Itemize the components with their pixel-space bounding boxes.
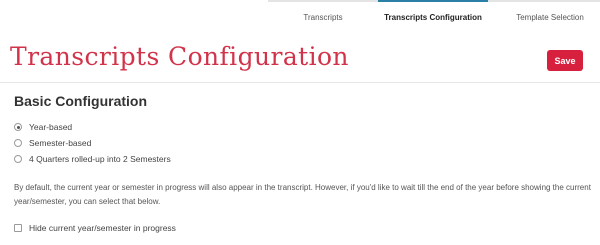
save-button[interactable]: Save	[547, 50, 583, 71]
basic-configuration-heading: Basic Configuration	[14, 93, 148, 109]
hide-in-progress-label: Hide current year/semester in progress	[29, 223, 176, 233]
in-progress-description: By default, the current year or semester…	[14, 183, 591, 206]
option-year-based[interactable]: Year-based	[14, 122, 72, 132]
tab-bar: Transcripts Transcripts Configuration Te…	[268, 0, 600, 32]
option-quarters-rolled-up-label: 4 Quarters rolled-up into 2 Semesters	[29, 154, 171, 164]
tab-template-selection[interactable]: Template Selection	[488, 0, 600, 32]
radio-quarters-rolled-up[interactable]	[14, 155, 22, 163]
option-semester-based[interactable]: Semester-based	[14, 138, 91, 148]
tab-transcripts[interactable]: Transcripts	[268, 0, 378, 32]
option-quarters-rolled-up[interactable]: 4 Quarters rolled-up into 2 Semesters	[14, 154, 171, 164]
hide-in-progress-option[interactable]: Hide current year/semester in progress	[14, 223, 176, 233]
radio-semester-based[interactable]	[14, 139, 22, 147]
radio-year-based[interactable]	[14, 123, 22, 131]
option-year-based-label: Year-based	[29, 122, 73, 132]
hide-in-progress-checkbox[interactable]	[14, 224, 22, 232]
page-title: Transcripts Configuration	[10, 42, 349, 71]
option-semester-based-label: Semester-based	[29, 138, 92, 148]
header-divider	[0, 82, 600, 83]
tab-transcripts-configuration[interactable]: Transcripts Configuration	[378, 0, 488, 32]
